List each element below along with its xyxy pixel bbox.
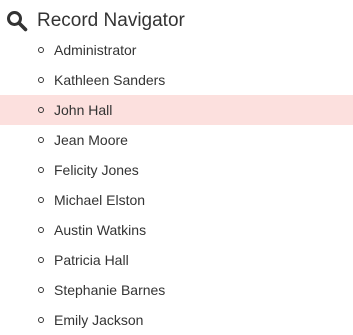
record-name: John Hall [54, 102, 113, 118]
record-list: Administrator Kathleen Sanders John Hall… [0, 35, 353, 335]
record-name: Stephanie Barnes [54, 282, 166, 298]
search-icon[interactable] [6, 10, 28, 32]
record-name: Emily Jackson [54, 312, 144, 328]
record-item[interactable]: Stephanie Barnes [0, 275, 353, 305]
record-navigator-header: Record Navigator [0, 0, 353, 38]
record-item[interactable]: Austin Watkins [0, 215, 353, 245]
record-name: Administrator [54, 42, 137, 58]
record-item[interactable]: Patricia Hall [0, 245, 353, 275]
record-name: Patricia Hall [54, 252, 129, 268]
record-item[interactable]: John Hall [0, 95, 353, 125]
record-name: Jean Moore [54, 132, 128, 148]
record-item[interactable]: Administrator [0, 35, 353, 65]
record-item[interactable]: Kathleen Sanders [0, 65, 353, 95]
record-name: Felicity Jones [54, 162, 139, 178]
record-item[interactable]: Felicity Jones [0, 155, 353, 185]
bullet-icon [38, 77, 44, 83]
record-item[interactable]: Michael Elston [0, 185, 353, 215]
record-item[interactable]: Emily Jackson [0, 305, 353, 335]
bullet-icon [38, 137, 44, 143]
bullet-icon [38, 287, 44, 293]
record-name: Kathleen Sanders [54, 72, 166, 88]
bullet-icon [38, 47, 44, 53]
bullet-icon [38, 107, 44, 113]
page-title: Record Navigator [37, 10, 185, 31]
bullet-icon [38, 317, 44, 323]
bullet-icon [38, 257, 44, 263]
bullet-icon [38, 227, 44, 233]
record-item[interactable]: Jean Moore [0, 125, 353, 155]
record-name: Michael Elston [54, 192, 146, 208]
bullet-icon [38, 167, 44, 173]
bullet-icon [38, 197, 44, 203]
record-name: Austin Watkins [54, 222, 147, 238]
